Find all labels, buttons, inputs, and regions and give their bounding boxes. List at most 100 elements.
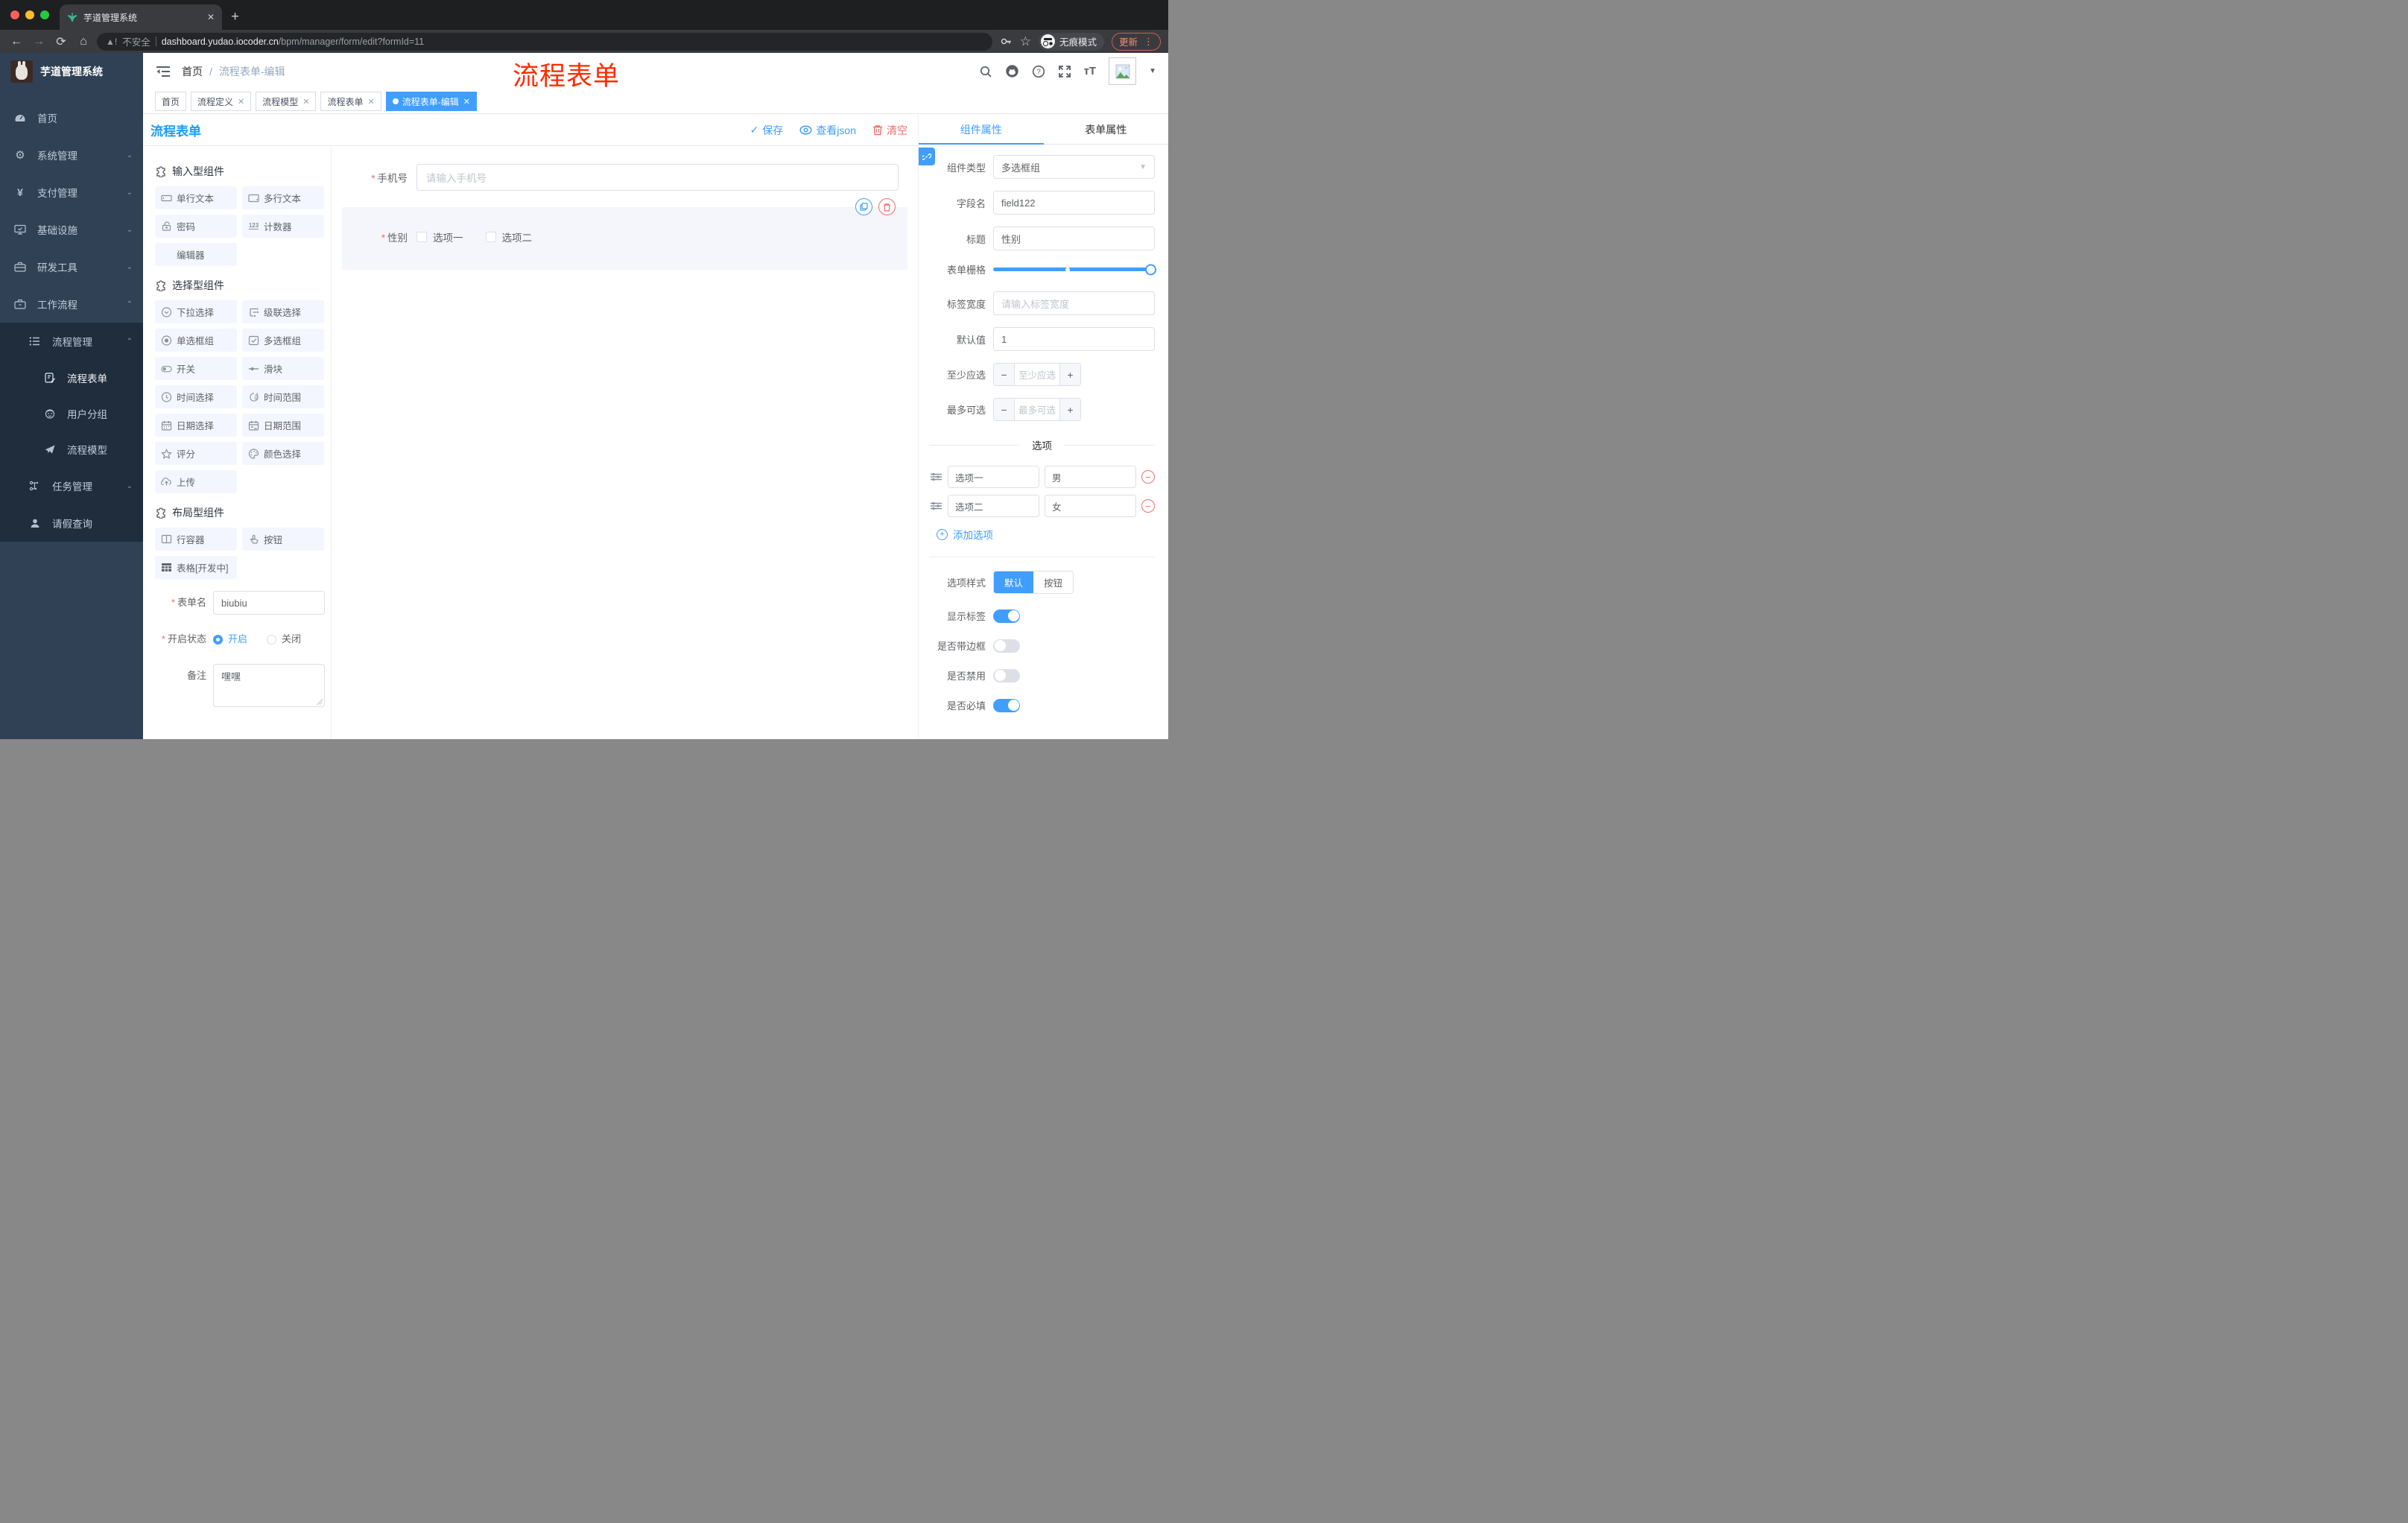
field-name-input[interactable]: field122 [993,191,1155,215]
palette-item-单行文本[interactable]: 单行文本 [155,186,237,209]
palette-item-下拉选择[interactable]: 下拉选择 [155,300,237,323]
default-value-input[interactable]: 1 [993,327,1155,351]
checkbox-icon[interactable] [416,232,427,242]
sidebar-collapse-icon[interactable] [155,65,171,78]
back-icon[interactable]: ← [7,35,25,48]
slider-handle[interactable] [1145,264,1156,275]
palette-item-多选框组[interactable]: 多选框组 [242,329,324,352]
window-minimize-button[interactable] [25,10,34,19]
sidebar-item-首页[interactable]: 首页 [0,99,143,136]
plus-icon[interactable]: + [1060,364,1080,385]
gender-option-1[interactable]: 选项一 [416,229,463,244]
sidebar-item-用户分组[interactable]: 用户分组 [0,396,143,431]
palette-item-颜色选择[interactable]: 颜色选择 [242,442,324,465]
copy-component-button[interactable] [855,198,872,215]
tag-首页[interactable]: 首页 [155,92,187,111]
palette-item-上传[interactable]: 上传 [155,470,237,493]
phone-input[interactable]: 请输入手机号 [416,164,899,191]
palette-item-编辑器[interactable]: 编辑器 [155,243,237,266]
link-icon[interactable] [919,148,935,165]
remark-textarea[interactable]: 嘿嘿 [213,664,325,707]
palette-item-评分[interactable]: 评分 [155,442,237,465]
breadcrumb-home[interactable]: 首页 [182,64,203,79]
palette-item-表格[开发中][interactable]: 表格[开发中] [155,556,237,579]
toggle-显示标签[interactable] [993,609,1020,623]
home-icon[interactable]: ⌂ [75,35,92,48]
palette-item-时间选择[interactable]: 时间选择 [155,385,237,408]
tag-close-icon[interactable]: ✕ [368,97,375,107]
minus-icon[interactable]: − [994,399,1014,420]
avatar[interactable] [1109,57,1137,85]
gender-option-2[interactable]: 选项二 [485,229,532,244]
browser-tab[interactable]: 芋道管理系统 ✕ [60,4,222,30]
palette-item-开关[interactable]: 开关 [155,357,237,380]
grid-slider[interactable] [993,264,1156,276]
sidebar-item-流程模型[interactable]: 流程模型 [0,431,143,467]
option-label-input[interactable]: 选项一 [948,466,1039,488]
tag-流程模型[interactable]: 流程模型 ✕ [256,92,317,111]
palette-item-级联选择[interactable]: 级联选择 [242,300,324,323]
remove-option-icon[interactable]: − [1141,470,1155,484]
option-value-input[interactable]: 女 [1045,495,1136,517]
status-radio-closed[interactable]: 关闭 [267,627,301,651]
sidebar-item-系统管理[interactable]: ⚙ 系统管理 ⌄ [0,136,143,174]
palette-item-滑块[interactable]: 滑块 [242,357,324,380]
help-icon[interactable]: ? [1032,65,1045,78]
reload-icon[interactable]: ⟳ [52,34,70,49]
tab-form-props[interactable]: 表单属性 [1044,115,1169,144]
phone-field[interactable]: 手机号 请输入手机号 [342,164,907,191]
plus-icon[interactable]: + [1060,399,1080,420]
tag-流程定义[interactable]: 流程定义 ✕ [191,92,252,111]
palette-item-日期范围[interactable]: 日期范围 [242,414,324,437]
tag-close-icon[interactable]: ✕ [463,97,470,107]
toggle-是否带边框[interactable] [993,639,1020,653]
clear-button[interactable]: 清空 [872,123,907,138]
sidebar-item-任务管理[interactable]: 任务管理 ⌄ [0,467,143,504]
max-select-stepper[interactable]: − 最多可选 + [993,398,1081,421]
component-type-select[interactable]: 多选框组 ▼ [993,155,1155,179]
fullscreen-icon[interactable] [1058,65,1071,78]
palette-item-按钮[interactable]: 按钮 [242,528,324,551]
drag-handle-icon[interactable] [929,501,942,511]
sidebar-item-流程管理[interactable]: 流程管理 ⌃ [0,323,143,360]
palette-item-单选框组[interactable]: 单选框组 [155,329,237,352]
add-option-button[interactable]: + 添加选项 [937,527,1155,542]
window-close-button[interactable] [10,10,19,19]
min-select-stepper[interactable]: − 至少应选 + [993,363,1081,386]
tab-close-icon[interactable]: ✕ [207,12,215,22]
new-tab-button[interactable]: + [231,9,239,25]
form-name-input[interactable]: biubiu [213,591,325,615]
option-label-input[interactable]: 选项二 [948,495,1039,517]
palette-item-日期选择[interactable]: 日期选择 [155,414,237,437]
sidebar-item-研发工具[interactable]: 研发工具 ⌄ [0,248,143,285]
window-controls[interactable] [10,10,49,19]
search-icon[interactable] [979,65,992,78]
delete-component-button[interactable] [878,198,896,215]
view-json-button[interactable]: 查看json [799,123,856,138]
sidebar-item-请假查询[interactable]: 请假查询 [0,504,143,542]
palette-item-时间范围[interactable]: 时间范围 [242,385,324,408]
sidebar-item-流程表单[interactable]: 流程表单 [0,360,143,396]
option-value-input[interactable]: 男 [1045,466,1136,488]
toggle-是否禁用[interactable] [993,668,1020,683]
sidebar-item-基础设施[interactable]: 基础设施 ⌄ [0,211,143,248]
title-input[interactable]: 性别 [993,227,1155,250]
tab-component-props[interactable]: 组件属性 [919,115,1044,144]
tag-close-icon[interactable]: ✕ [302,97,309,107]
palette-item-行容器[interactable]: 行容器 [155,528,237,551]
tag-流程表单[interactable]: 流程表单 ✕ [320,92,381,111]
gender-field-selected[interactable]: 性别 选项一 选项二 [342,198,907,270]
update-button[interactable]: 更新 ⋮ [1111,32,1161,51]
sidebar-item-工作流程[interactable]: 工作流程 ⌃ [0,285,143,323]
address-bar[interactable]: ▲! 不安全 dashboard.yudao.iocoder.cn/bpm/ma… [97,32,992,51]
tag-close-icon[interactable]: ✕ [238,97,244,107]
palette-item-计数器[interactable]: 123 计数器 [242,215,324,238]
save-button[interactable]: ✓ 保存 [750,123,784,138]
status-radio-open[interactable]: 开启 [213,627,247,651]
style-default-button[interactable]: 默认 [994,571,1034,593]
forward-icon[interactable]: → [30,35,48,48]
tag-流程表单-编辑[interactable]: 流程表单-编辑 ✕ [385,92,477,111]
minus-icon[interactable]: − [994,364,1014,385]
key-icon[interactable] [1000,35,1013,48]
font-size-icon[interactable]: ᴛT [1084,65,1097,77]
